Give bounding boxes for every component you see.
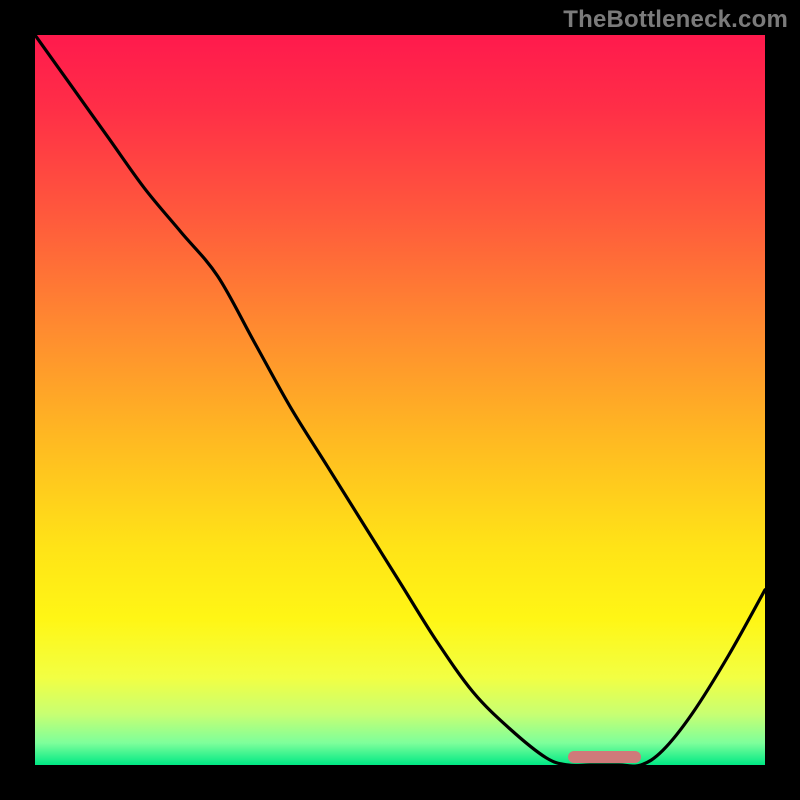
optimal-region-marker bbox=[568, 751, 641, 763]
watermark-label: TheBottleneck.com bbox=[563, 6, 788, 34]
chart-frame: TheBottleneck.com bbox=[0, 0, 800, 800]
plot-area bbox=[35, 35, 765, 765]
bottleneck-curve bbox=[35, 35, 765, 765]
